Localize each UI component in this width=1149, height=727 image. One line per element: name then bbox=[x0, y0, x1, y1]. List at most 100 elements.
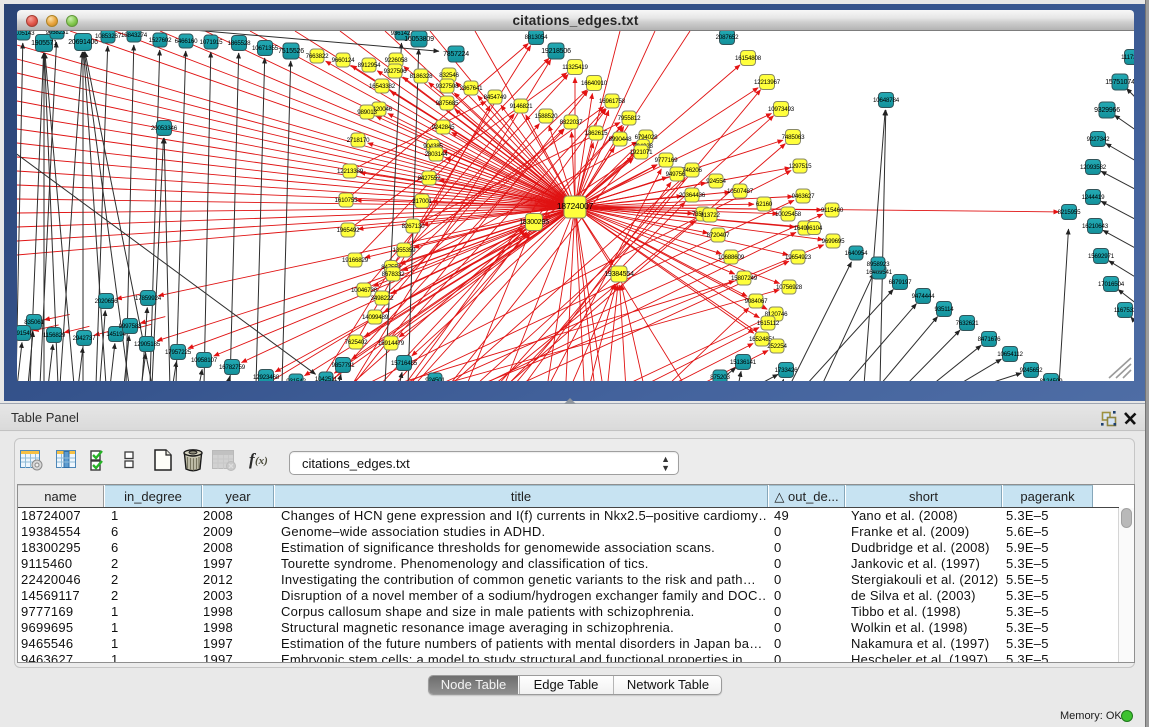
svg-text:9329966: 9329966 bbox=[1094, 107, 1120, 114]
svg-text:15136141: 15136141 bbox=[730, 359, 757, 366]
svg-text:2087652: 2087652 bbox=[716, 34, 739, 41]
svg-text:10025458: 10025458 bbox=[775, 211, 802, 218]
svg-text:17016504: 17016504 bbox=[1098, 281, 1125, 288]
svg-text:2105143: 2105143 bbox=[17, 31, 35, 37]
svg-text:12213389: 12213389 bbox=[337, 168, 364, 175]
svg-text:15692971: 15692971 bbox=[1088, 253, 1115, 260]
svg-text:935114: 935114 bbox=[935, 306, 955, 313]
svg-text:9084067: 9084067 bbox=[745, 298, 768, 305]
svg-text:1905571: 1905571 bbox=[31, 40, 57, 47]
svg-text:9242845: 9242845 bbox=[432, 124, 455, 131]
svg-text:12213967: 12213967 bbox=[754, 79, 781, 86]
svg-text:10973493: 10973493 bbox=[768, 106, 795, 113]
svg-text:18843274: 18843274 bbox=[121, 32, 148, 39]
svg-text:19654923: 19654923 bbox=[785, 254, 812, 261]
svg-text:6879197: 6879197 bbox=[889, 279, 912, 286]
svg-text:1615112: 1615112 bbox=[757, 320, 780, 327]
svg-text:2020656: 2020656 bbox=[95, 298, 118, 305]
svg-text:8958923: 8958923 bbox=[867, 261, 890, 268]
svg-text:12923468: 12923468 bbox=[253, 374, 280, 381]
svg-text:9226058: 9226058 bbox=[385, 57, 408, 64]
svg-text:1640954: 1640954 bbox=[845, 250, 868, 257]
svg-text:1733426: 1733426 bbox=[775, 367, 798, 374]
svg-text:924554: 924554 bbox=[706, 178, 726, 185]
svg-text:10046738: 10046738 bbox=[351, 287, 378, 294]
svg-text:8912954: 8912954 bbox=[358, 62, 381, 69]
svg-text:12093582: 12093582 bbox=[1080, 164, 1107, 171]
svg-text:12905185: 12905185 bbox=[134, 341, 161, 348]
svg-text:10756928: 10756928 bbox=[776, 284, 803, 291]
svg-text:16914479: 16914479 bbox=[378, 340, 405, 347]
svg-text:20691406: 20691406 bbox=[68, 39, 98, 46]
svg-text:1167533: 1167533 bbox=[1114, 307, 1134, 314]
svg-text:1156829: 1156829 bbox=[43, 332, 66, 339]
svg-text:9699695: 9699695 bbox=[822, 238, 845, 245]
svg-text:10688609: 10688609 bbox=[718, 254, 745, 261]
svg-text:875203: 875203 bbox=[710, 374, 730, 381]
svg-text:9474444: 9474444 bbox=[912, 293, 935, 300]
svg-text:1965492: 1965492 bbox=[337, 227, 360, 234]
svg-text:8427552: 8427552 bbox=[418, 175, 441, 182]
svg-text:8215955: 8215955 bbox=[1058, 209, 1081, 216]
svg-text:3498222: 3498222 bbox=[371, 295, 394, 302]
svg-text:8813054: 8813054 bbox=[525, 34, 548, 41]
svg-text:15716485: 15716485 bbox=[391, 360, 418, 367]
svg-text:10654112: 10654112 bbox=[997, 351, 1023, 358]
svg-text:8990448: 8990448 bbox=[609, 136, 632, 143]
svg-text:1244419: 1244419 bbox=[1082, 194, 1105, 201]
svg-text:9327506: 9327506 bbox=[384, 68, 407, 75]
svg-text:8678332: 8678332 bbox=[382, 271, 405, 278]
svg-text:1865528: 1865528 bbox=[228, 40, 251, 47]
svg-text:16961758: 16961758 bbox=[599, 98, 626, 105]
svg-text:7515526: 7515526 bbox=[278, 48, 304, 55]
svg-text:1355359: 1355359 bbox=[393, 247, 416, 254]
svg-text:9245652: 9245652 bbox=[1020, 367, 1043, 374]
svg-text:7857224: 7857224 bbox=[443, 51, 469, 58]
svg-text:1921071: 1921071 bbox=[630, 149, 653, 156]
svg-text:17957225: 17957225 bbox=[165, 349, 192, 356]
svg-text:8267130: 8267130 bbox=[402, 223, 425, 230]
svg-text:20364436: 20364436 bbox=[679, 192, 706, 199]
svg-text:17859924: 17859924 bbox=[135, 295, 162, 302]
svg-text:10853267: 10853267 bbox=[95, 33, 122, 40]
svg-text:9857791: 9857791 bbox=[332, 362, 355, 369]
svg-text:9777169: 9777169 bbox=[655, 157, 678, 164]
svg-text:1362615: 1362615 bbox=[585, 130, 608, 137]
svg-text:2942737: 2942737 bbox=[73, 335, 96, 342]
svg-text:8322037: 8322037 bbox=[560, 119, 583, 126]
svg-text:989013: 989013 bbox=[357, 109, 377, 116]
svg-text:8186328: 8186328 bbox=[410, 73, 433, 80]
svg-text:19218506: 19218506 bbox=[541, 48, 571, 55]
svg-text:15751074: 15751074 bbox=[1105, 79, 1134, 86]
svg-text:9660124: 9660124 bbox=[332, 57, 355, 64]
svg-text:1527602: 1527602 bbox=[149, 37, 172, 44]
svg-text:16210643: 16210643 bbox=[1082, 223, 1109, 230]
svg-text:9058231: 9058231 bbox=[46, 31, 69, 36]
svg-text:16154808: 16154808 bbox=[735, 55, 762, 62]
svg-text:11325419: 11325419 bbox=[562, 64, 588, 71]
svg-text:19384554: 19384554 bbox=[604, 271, 634, 278]
svg-text:9997588: 9997588 bbox=[119, 323, 142, 330]
svg-text:924501: 924501 bbox=[425, 377, 445, 381]
svg-text:7625402: 7625402 bbox=[345, 339, 368, 346]
svg-text:10507487: 10507487 bbox=[727, 188, 754, 195]
svg-text:16782759: 16782759 bbox=[219, 364, 246, 371]
svg-text:8720407: 8720407 bbox=[707, 232, 730, 239]
svg-text:746206: 746206 bbox=[682, 167, 702, 174]
svg-text:16053809: 16053809 bbox=[404, 36, 434, 43]
svg-text:96104: 96104 bbox=[806, 225, 823, 232]
svg-text:1610755: 1610755 bbox=[335, 197, 358, 204]
svg-text:2718170: 2718170 bbox=[347, 137, 370, 144]
svg-text:15807249: 15807249 bbox=[731, 275, 758, 282]
svg-text:18724007: 18724007 bbox=[557, 201, 594, 211]
svg-text:7955812: 7955812 bbox=[618, 115, 641, 122]
svg-text:20053346: 20053346 bbox=[151, 125, 178, 132]
svg-text:1297515: 1297515 bbox=[789, 163, 812, 170]
svg-text:913722: 913722 bbox=[700, 212, 720, 219]
svg-text:9463627: 9463627 bbox=[792, 193, 815, 200]
svg-text:9227342: 9227342 bbox=[1087, 136, 1110, 143]
svg-text:9327508: 9327508 bbox=[436, 83, 459, 90]
svg-text:10958107: 10958107 bbox=[191, 357, 218, 364]
svg-text:6466160: 6466160 bbox=[175, 38, 198, 45]
svg-text:391549: 391549 bbox=[17, 330, 33, 337]
